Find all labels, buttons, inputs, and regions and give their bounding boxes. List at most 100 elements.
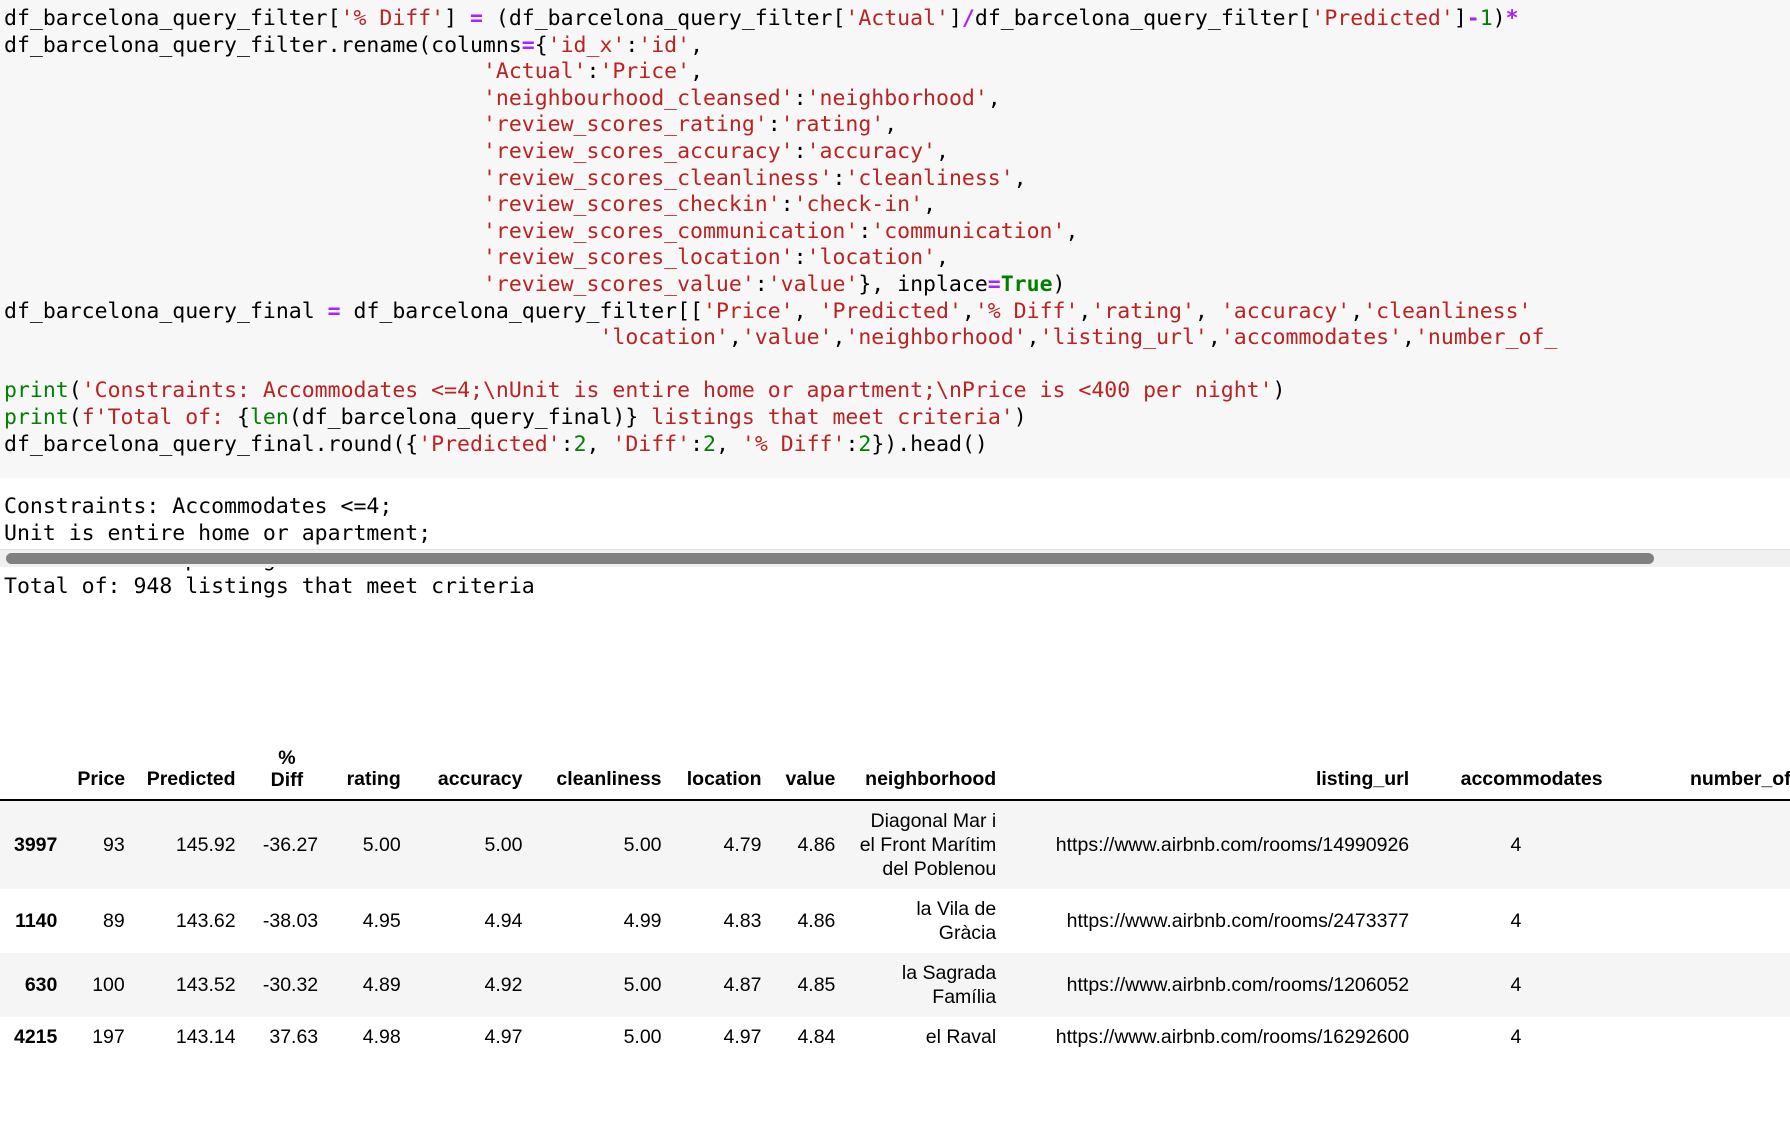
col-header-location: location [686,768,762,790]
code-token: 'review_scores_communication' [482,218,859,244]
cell-Predicted: 143.62 [175,910,236,932]
code-horizontal-scrollbar-thumb[interactable] [6,553,1654,564]
code-token: print [4,404,69,430]
cell-accuracy: 4.94 [484,910,523,932]
code-token: , [690,59,704,85]
code-token: , [728,325,742,351]
code-token: df_barcelona_query_filter[[ [340,298,704,324]
code-token: , [1078,298,1092,324]
code-token: , [1194,298,1221,324]
code-token: : [625,32,639,58]
code-token: 'cleanliness' [845,165,1014,191]
cell-number-of-reviews [1613,1017,1790,1057]
cell-cleanliness: 5.00 [623,834,662,856]
code-token: df_barcelona_query_filter[ [4,6,341,31]
code-token: df_barcelona_query_final.round({ [4,431,419,457]
cell-value: 4.84 [797,1026,836,1048]
code-token: 'review_scores_value' [482,271,755,297]
code-token: ] [1453,6,1467,31]
code-line-15: print(f'Total of: {len(df_barcelona_quer… [4,405,1790,432]
code-token: : [780,192,794,218]
col-header-predicted: Predicted [146,768,236,790]
col-header-price: Price [77,768,126,790]
code-token: , [1350,298,1364,324]
code-token: ) [1013,404,1027,430]
code-line-10: 'review_scores_value':'value'}, inplace=… [4,272,1790,299]
code-token: (df_barcelona_query_filter[ [495,6,846,31]
cell-rating: 4.89 [362,974,401,996]
cell-location: 4.83 [723,910,762,932]
cell-neighborhood: la Vila de Gràcia [916,898,997,944]
code-token: : [560,431,574,457]
code-token: df_barcelona_query_filter.rename(columns [4,32,522,58]
cell-neighborhood: la Sagrada Família [901,962,997,1008]
code-line-3: 'neighbourhood_cleansed':'neighborhood', [4,86,1790,113]
cell-Price: 93 [103,834,125,856]
code-token: , [1013,165,1027,191]
cell-number-of-reviews [1613,953,1790,1017]
table-row: 4215 197 143.14 37.63 4.98 4.97 5.00 4.97 4.84 el… [0,1017,1790,1057]
cell-accommodates: 4 [1510,1026,1522,1048]
col-header-accommodates: accommodates [1460,768,1603,790]
code-token: 'Price' [599,59,691,85]
code-token: , [936,245,949,271]
cell-rating: 4.98 [362,1026,401,1048]
code-token: 'number_of_ [1414,325,1558,351]
cell-cleanliness: 5.00 [623,1026,662,1048]
code-token: 'location' [806,245,937,271]
code-token: len [249,404,289,430]
code-line-8: 'review_scores_communication':'communica… [4,219,1790,246]
cell-pct_diff: -30.32 [262,974,319,996]
code-token: { [534,32,548,58]
stdout-output: Constraints: Accommodates <=4; Unit is en… [0,478,1790,618]
cell-Price: 89 [103,910,125,932]
stdout-line-0: Constraints: Accommodates <=4; [4,494,393,519]
code-token: / [961,6,975,31]
row-index: 1140 [15,909,58,932]
cell-Predicted: 143.52 [175,974,236,996]
cell-location: 4.97 [723,1026,762,1048]
code-token: { [237,404,250,430]
code-token: ] [948,6,962,31]
code-token: = [327,298,341,324]
col-header-listing-url: listing_url [1315,768,1410,790]
code-line-11: df_barcelona_query_final = df_barcelona_… [4,299,1790,326]
col-header-value: value [785,768,836,790]
cell-Predicted: 143.14 [175,1026,236,1048]
code-line-0: df_barcelona_query_filter['% Diff'] = (d… [4,6,1790,33]
cell-value: 4.85 [797,974,836,996]
col-header-index [0,745,67,800]
cell-Price: 197 [92,1026,125,1048]
col-header-cleanliness: cleanliness [556,768,662,790]
code-token: 'listing_url' [1039,325,1208,351]
code-token: : [586,59,600,85]
code-token: df_barcelona_query_filter[ [974,6,1312,31]
code-token: , [884,112,898,138]
cell-value: 4.86 [797,834,836,856]
code-token: 'Predicted' [418,431,561,457]
col-header-accuracy: accuracy [437,768,523,790]
code-token: ( [68,378,82,404]
code-token: f'Total of: [81,404,238,430]
code-token: 'Price' [703,298,794,324]
code-token: 'Predicted' [1311,6,1454,31]
code-editor-lines[interactable]: df_barcelona_query_filter['% Diff'] = (d… [0,0,1790,458]
code-token: 'review_scores_checkin' [482,192,781,218]
code-token: 'review_scores_cleanliness' [482,165,833,191]
code-token: 'accuracy' [806,138,937,164]
code-cell[interactable]: df_barcelona_query_filter['% Diff'] = (d… [0,0,1790,478]
cell-accuracy: 5.00 [484,834,523,856]
code-token: - [1466,6,1480,31]
code-token: '% Diff' [741,431,846,457]
cell-rating: 5.00 [362,834,401,856]
code-token: = [987,271,1001,297]
col-header-neighborhood: neighborhood [865,768,997,790]
cell-number-of-reviews [1613,800,1790,889]
code-token: : [832,165,846,191]
